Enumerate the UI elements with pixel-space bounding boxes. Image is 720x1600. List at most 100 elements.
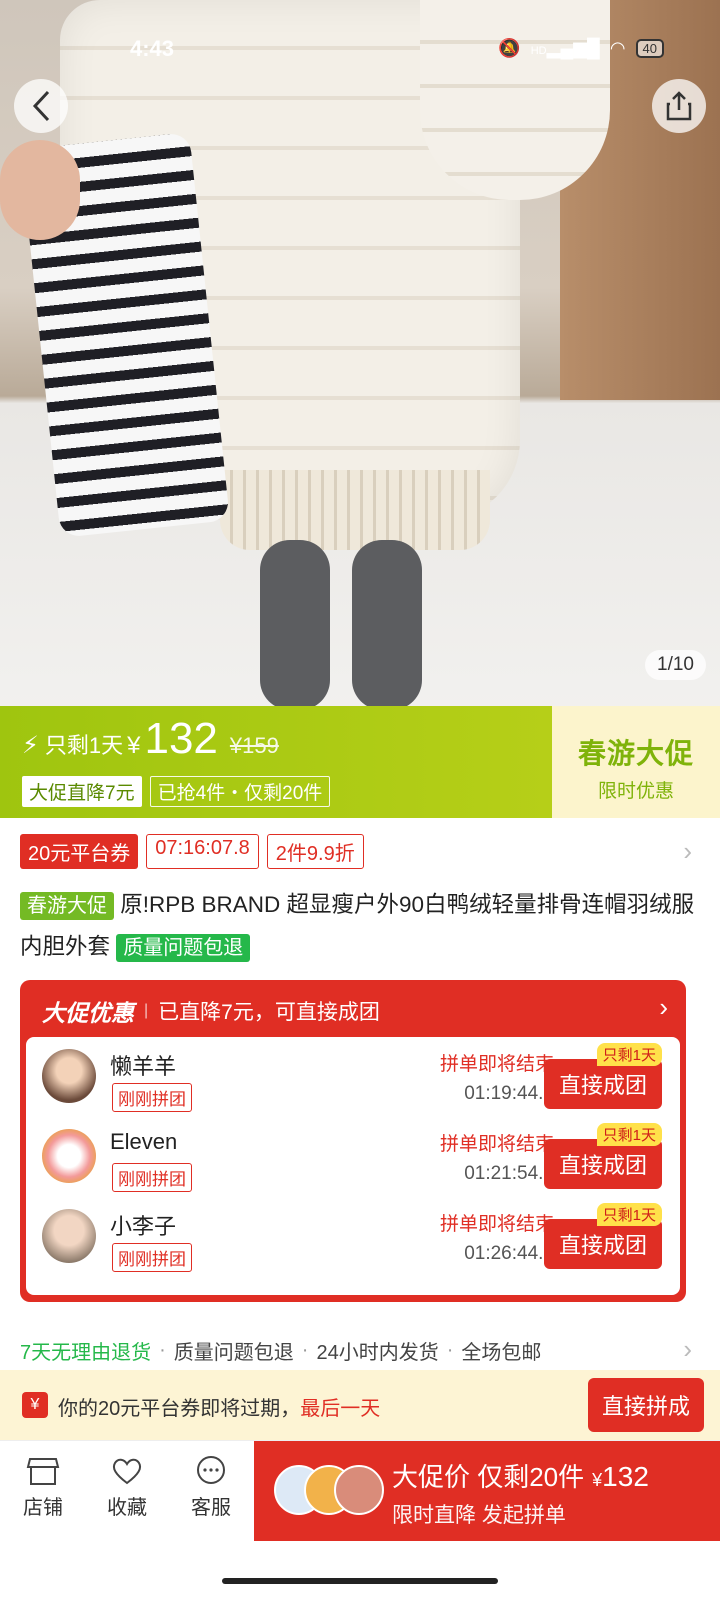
buyer-avatars <box>274 1465 384 1515</box>
chevron-left-icon <box>32 90 50 122</box>
expiry-message: 你的20元平台券即将过期，最后一天 <box>58 1398 381 1420</box>
store-label: 店铺 <box>23 1497 63 1519</box>
share-button[interactable] <box>652 79 706 133</box>
chevron-right-icon[interactable]: › <box>659 992 668 1023</box>
battery-icon: 40 <box>635 39 664 58</box>
group-status: 拼单即将结束 <box>439 1054 554 1075</box>
buy-subtitle: 限时直降 发起拼单 <box>392 1504 566 1527</box>
days-left-badge: 只剩1天 <box>596 1203 662 1226</box>
buy-price-line: 大促价 仅剩20件 ¥132 <box>392 1457 649 1494</box>
deal-header[interactable]: 大促优惠 | 已直降7元，可直接成团 <box>42 994 380 1028</box>
photo-skirt <box>220 470 490 550</box>
promo-price-area: ⚡ 只剩1天 ¥ 132 ¥159 大促直降7元 已抢4件・仅剩20件 <box>0 706 552 818</box>
avatar <box>42 1049 96 1103</box>
avatar <box>42 1209 96 1263</box>
share-icon <box>666 91 692 121</box>
group-list: 懒羊羊 刚刚拼团 拼单即将结束 01:19:44.9 直接成团 只剩1天 Ele… <box>26 1037 680 1295</box>
separator-dot: · <box>301 1339 309 1361</box>
bottom-action-bar: 店铺 收藏 客服 大促价 仅剩20件 ¥132 限时直降 发起拼单 <box>0 1440 720 1541</box>
group-user-name: Eleven <box>110 1129 178 1154</box>
separator-dot: · <box>159 1339 166 1361</box>
stock-tag: 已抢4件・仅剩20件 <box>149 776 331 807</box>
signal-icon: HD▂▄▆█ <box>530 38 600 58</box>
chat-icon <box>197 1456 225 1484</box>
service-guarantees[interactable]: 7天无理由退货 · 质量问题包退 · 24小时内发货 · 全场包邮 <box>20 1336 541 1365</box>
group-user-name: 小李子 <box>110 1214 177 1239</box>
multi-buy-discount: 2件9.9折 <box>266 834 364 869</box>
mute-icon: 🔕 <box>498 38 521 58</box>
platform-coupon: 20元平台券 <box>20 834 139 869</box>
group-tag: 刚刚拼团 <box>112 1163 192 1192</box>
event-title: 春游大促 <box>577 738 694 769</box>
group-user-name: 懒羊羊 <box>110 1054 177 1079</box>
quality-tag: 质量问题包退 <box>116 934 251 962</box>
heart-icon <box>112 1458 142 1485</box>
group-tag: 刚刚拼团 <box>112 1083 192 1112</box>
days-left-badge: 只剩1天 <box>596 1043 662 1066</box>
group-countdown: 01:19:44.9 <box>464 1083 554 1104</box>
group-countdown: 01:26:44.9 <box>464 1243 554 1264</box>
product-image[interactable] <box>0 0 720 720</box>
group-item: 懒羊羊 刚刚拼团 拼单即将结束 01:19:44.9 直接成团 只剩1天 <box>26 1043 680 1125</box>
status-bar: 4:43 🔕 HD▂▄▆█ ◠ 40 <box>0 0 720 96</box>
deal-divider: | <box>144 1002 149 1019</box>
service-label: 客服 <box>191 1497 231 1519</box>
price-currency: ¥ <box>127 732 141 759</box>
group-item: Eleven 刚刚拼团 拼单即将结束 01:21:54.9 直接成团 只剩1天 <box>26 1123 680 1205</box>
event-badge[interactable]: 春游大促 限时优惠 <box>552 706 720 818</box>
coupon-icon: ¥ <box>22 1392 48 1418</box>
join-group-button[interactable]: 直接成团 <box>544 1059 662 1109</box>
event-subtitle: 限时优惠 <box>597 781 674 802</box>
favorite-button[interactable]: 收藏 <box>92 1455 162 1520</box>
coupon-expiry-bar: ¥ 你的20元平台券即将过期，最后一天 直接拼成 <box>0 1370 720 1440</box>
event-tag: 春游大促 <box>20 892 114 920</box>
group-status: 拼单即将结束 <box>439 1134 554 1155</box>
separator-dot: · <box>446 1339 454 1361</box>
buy-button[interactable]: 大促价 仅剩20件 ¥132 限时直降 发起拼单 <box>254 1441 720 1541</box>
group-countdown: 01:21:54.9 <box>464 1163 554 1184</box>
avatar <box>334 1465 384 1515</box>
home-indicator[interactable] <box>222 1578 498 1584</box>
wifi-icon: ◠ <box>609 38 626 58</box>
back-button[interactable] <box>14 79 68 133</box>
store-button[interactable]: 店铺 <box>8 1455 78 1520</box>
photo-leg <box>260 540 330 710</box>
original-price: ¥159 <box>229 733 279 758</box>
lightning-icon: ⚡ <box>22 732 39 759</box>
discount-tag: 大促直降7元 <box>22 776 142 807</box>
status-time: 4:43 <box>130 36 175 61</box>
coupon-countdown: 07:16:07.8 <box>146 834 259 869</box>
price-value: 132 <box>144 714 218 763</box>
days-left: 只剩1天 <box>44 733 124 758</box>
chevron-right-icon[interactable]: › <box>683 1334 692 1365</box>
photo-leg <box>352 540 422 710</box>
avatar <box>42 1129 96 1183</box>
store-icon <box>26 1458 60 1485</box>
customer-service-button[interactable]: 客服 <box>176 1455 246 1520</box>
status-icons: 🔕 HD▂▄▆█ ◠ 40 <box>498 38 664 59</box>
buy-price: 132 <box>602 1461 649 1492</box>
gallery-page-indicator: 1/10 <box>645 650 706 680</box>
buy-label: 大促价 仅剩20件 <box>392 1462 585 1492</box>
chevron-right-icon[interactable]: › <box>683 836 692 867</box>
service-return: 7天无理由退货 <box>20 1342 152 1364</box>
join-group-button[interactable]: 直接成团 <box>544 1219 662 1269</box>
service-shipping: 24小时内发货 <box>316 1342 439 1364</box>
product-title: 春游大促 原!RPB BRAND 超显瘦户外90白鸭绒轻量排骨连帽羽绒服内胆外套… <box>20 884 700 968</box>
deal-title: 大促优惠 <box>42 1000 134 1026</box>
deal-subtitle: 已直降7元，可直接成团 <box>158 1001 380 1024</box>
group-status: 拼单即将结束 <box>439 1214 554 1235</box>
service-quality: 质量问题包退 <box>173 1342 294 1364</box>
service-free-shipping: 全场包邮 <box>461 1342 542 1364</box>
group-tag: 刚刚拼团 <box>112 1243 192 1272</box>
favorite-label: 收藏 <box>107 1497 147 1519</box>
join-group-button[interactable]: 直接成团 <box>544 1139 662 1189</box>
group-deal-panel: 大促优惠 | 已直降7元，可直接成团 › 懒羊羊 刚刚拼团 拼单即将结束 01:… <box>20 980 686 1302</box>
photo-hand <box>0 140 80 240</box>
promo-banner: ⚡ 只剩1天 ¥ 132 ¥159 大促直降7元 已抢4件・仅剩20件 春游大促… <box>0 706 720 818</box>
days-left-badge: 只剩1天 <box>596 1123 662 1146</box>
group-item: 小李子 刚刚拼团 拼单即将结束 01:26:44.9 直接成团 只剩1天 <box>26 1203 680 1285</box>
direct-group-button[interactable]: 直接拼成 <box>588 1378 704 1432</box>
coupon-row[interactable]: 20元平台券 07:16:07.8 2件9.9折 <box>20 834 364 869</box>
buy-currency: ¥ <box>592 1470 603 1490</box>
